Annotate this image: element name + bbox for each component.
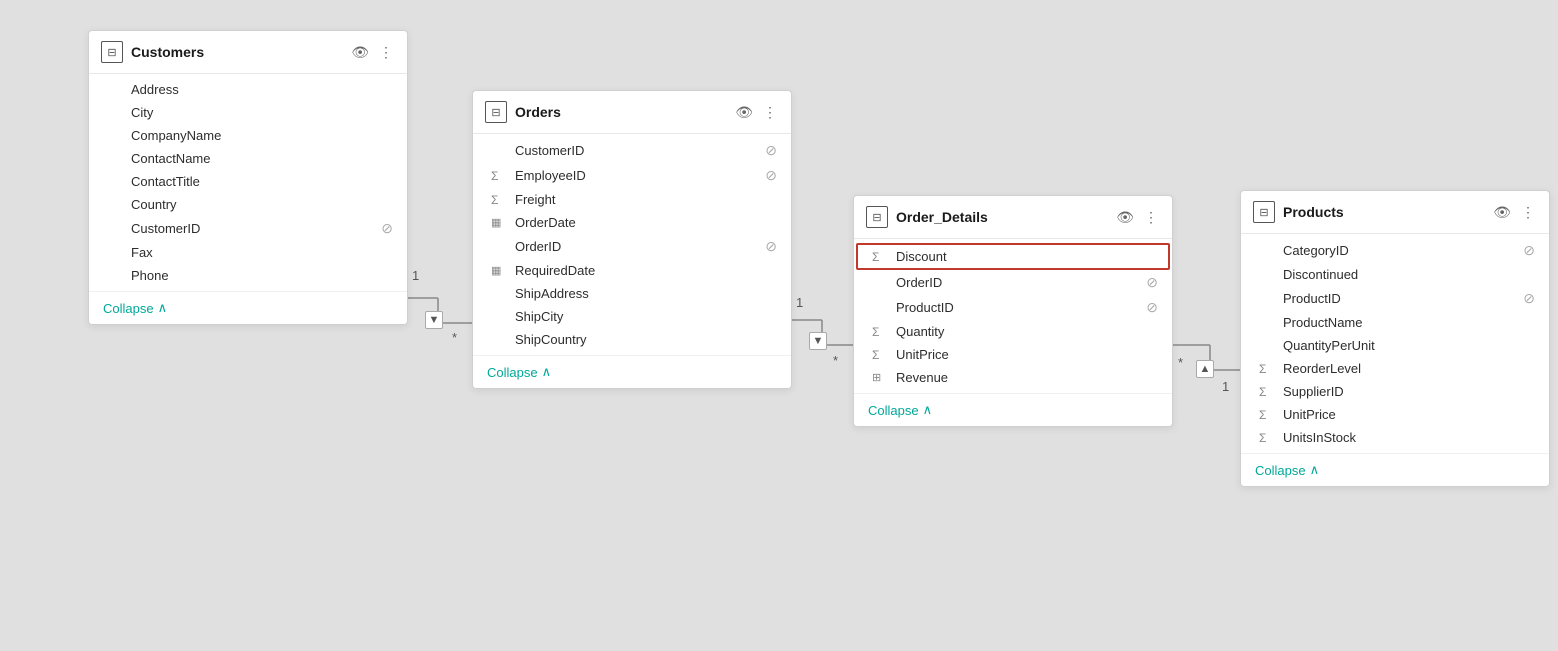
customers-field-companyname[interactable]: CompanyName	[89, 124, 407, 147]
field-icon-products-supplierid: Σ	[1259, 385, 1275, 399]
products-table: ⊟ Products 👁 ⋮ CategoryID ⊘ Discontinued…	[1240, 190, 1550, 487]
orders-employeeid-hidden: ⊘	[765, 167, 777, 184]
conn-arrow-2: ▼	[809, 332, 827, 350]
field-icon-orders-requireddate: ▦	[491, 264, 507, 277]
field-icon-discount: Σ	[872, 250, 888, 264]
field-icon-orders-employeeid: Σ	[491, 169, 507, 183]
orders-collapse[interactable]: Collapse ∧	[473, 355, 791, 388]
orders-fields: CustomerID ⊘ Σ EmployeeID ⊘ Σ Freight ▦ …	[473, 134, 791, 355]
order-details-field-quantity[interactable]: Σ Quantity	[854, 320, 1172, 343]
order-details-fields: Σ Discount OrderID ⊘ ProductID ⊘ Σ Quant…	[854, 239, 1172, 393]
order-details-eye-icon[interactable]: 👁	[1114, 207, 1136, 228]
products-field-productname[interactable]: ProductName	[1241, 311, 1549, 334]
customers-collapse[interactable]: Collapse ∧	[89, 291, 407, 324]
field-icon-products-unitprice: Σ	[1259, 408, 1275, 422]
conn-arrow-3: ▲	[1196, 360, 1214, 378]
diagram-canvas: 1 ▼ * 1 ▼ * * ▲ 1 ⊟ Customers 👁 ⋮ Addres…	[0, 0, 1558, 651]
customerid-hidden-icon: ⊘	[381, 220, 393, 237]
orders-field-shipcity[interactable]: ShipCity	[473, 305, 791, 328]
customers-field-contacttitle[interactable]: ContactTitle	[89, 170, 407, 193]
customers-field-phone[interactable]: Phone	[89, 264, 407, 287]
customers-title: Customers	[131, 44, 341, 60]
orders-more-icon[interactable]: ⋮	[761, 102, 779, 123]
products-field-unitsinstock[interactable]: Σ UnitsInStock	[1241, 426, 1549, 449]
customers-fields: Address City CompanyName ContactName Con…	[89, 74, 407, 291]
field-icon-od-unitprice: Σ	[872, 348, 888, 362]
order-details-field-discount[interactable]: Σ Discount	[856, 243, 1170, 270]
orders-table: ⊟ Orders 👁 ⋮ CustomerID ⊘ Σ EmployeeID ⊘…	[472, 90, 792, 389]
products-field-supplierid[interactable]: Σ SupplierID	[1241, 380, 1549, 403]
od-productid-hidden: ⊘	[1146, 299, 1158, 316]
orders-field-orderdate[interactable]: ▦ OrderDate	[473, 211, 791, 234]
customers-field-fax[interactable]: Fax	[89, 241, 407, 264]
order-details-field-productid[interactable]: ProductID ⊘	[854, 295, 1172, 320]
products-header: ⊟ Products 👁 ⋮	[1241, 191, 1549, 234]
products-productid-hidden: ⊘	[1523, 290, 1535, 307]
customers-field-contactname[interactable]: ContactName	[89, 147, 407, 170]
order-details-field-unitprice[interactable]: Σ UnitPrice	[854, 343, 1172, 366]
products-eye-icon[interactable]: 👁	[1491, 202, 1513, 223]
products-categoryid-hidden: ⊘	[1523, 242, 1535, 259]
orders-field-customerid[interactable]: CustomerID ⊘	[473, 138, 791, 163]
field-icon-od-quantity: Σ	[872, 325, 888, 339]
products-field-quantityperunit[interactable]: QuantityPerUnit	[1241, 334, 1549, 357]
products-fields: CategoryID ⊘ Discontinued ProductID ⊘ Pr…	[1241, 234, 1549, 453]
conn-orders-details-many: *	[833, 353, 838, 368]
order-details-field-orderid[interactable]: OrderID ⊘	[854, 270, 1172, 295]
od-orderid-hidden: ⊘	[1146, 274, 1158, 291]
products-field-discontinued[interactable]: Discontinued	[1241, 263, 1549, 286]
products-title: Products	[1283, 204, 1483, 220]
customers-table-icon: ⊟	[101, 41, 123, 63]
conn-cust-orders-one: 1	[412, 268, 419, 283]
orders-field-orderid[interactable]: OrderID ⊘	[473, 234, 791, 259]
customers-field-country[interactable]: Country	[89, 193, 407, 216]
conn-arrow-1: ▼	[425, 311, 443, 329]
order-details-more-icon[interactable]: ⋮	[1142, 207, 1160, 228]
orders-field-shipcountry[interactable]: ShipCountry	[473, 328, 791, 351]
orders-title: Orders	[515, 104, 725, 120]
customers-field-customerid[interactable]: CustomerID ⊘	[89, 216, 407, 241]
products-field-categoryid[interactable]: CategoryID ⊘	[1241, 238, 1549, 263]
products-field-reorderlevel[interactable]: Σ ReorderLevel	[1241, 357, 1549, 380]
conn-details-products-one: 1	[1222, 379, 1229, 394]
order-details-field-revenue[interactable]: ⊞ Revenue	[854, 366, 1172, 389]
field-icon-products-unitsinstock: Σ	[1259, 431, 1275, 445]
orders-customerid-hidden: ⊘	[765, 142, 777, 159]
orders-field-requireddate[interactable]: ▦ RequiredDate	[473, 259, 791, 282]
order-details-table-icon: ⊟	[866, 206, 888, 228]
conn-orders-details-one: 1	[796, 295, 803, 310]
products-field-productid[interactable]: ProductID ⊘	[1241, 286, 1549, 311]
orders-header: ⊟ Orders 👁 ⋮	[473, 91, 791, 134]
field-icon-products-reorderlevel: Σ	[1259, 362, 1275, 376]
customers-more-icon[interactable]: ⋮	[377, 42, 395, 63]
field-icon-orders-orderdate: ▦	[491, 216, 507, 229]
field-icon-orders-freight: Σ	[491, 193, 507, 207]
field-icon-od-revenue: ⊞	[872, 371, 888, 384]
products-table-icon: ⊟	[1253, 201, 1275, 223]
conn-details-products-many: *	[1178, 355, 1183, 370]
order-details-header: ⊟ Order_Details 👁 ⋮	[854, 196, 1172, 239]
orders-table-icon: ⊟	[485, 101, 507, 123]
orders-eye-icon[interactable]: 👁	[733, 102, 755, 123]
customers-header: ⊟ Customers 👁 ⋮	[89, 31, 407, 74]
customers-field-address[interactable]: Address	[89, 78, 407, 101]
customers-field-city[interactable]: City	[89, 101, 407, 124]
products-collapse[interactable]: Collapse ∧	[1241, 453, 1549, 486]
orders-orderid-hidden: ⊘	[765, 238, 777, 255]
orders-field-employeeid[interactable]: Σ EmployeeID ⊘	[473, 163, 791, 188]
order-details-title: Order_Details	[896, 209, 1106, 225]
orders-field-shipaddress[interactable]: ShipAddress	[473, 282, 791, 305]
products-more-icon[interactable]: ⋮	[1519, 202, 1537, 223]
order-details-table: ⊟ Order_Details 👁 ⋮ Σ Discount OrderID ⊘…	[853, 195, 1173, 427]
order-details-collapse[interactable]: Collapse ∧	[854, 393, 1172, 426]
products-field-unitprice[interactable]: Σ UnitPrice	[1241, 403, 1549, 426]
conn-cust-orders-many: *	[452, 330, 457, 345]
customers-table: ⊟ Customers 👁 ⋮ Address City CompanyName	[88, 30, 408, 325]
orders-field-freight[interactable]: Σ Freight	[473, 188, 791, 211]
customers-eye-icon[interactable]: 👁	[349, 42, 371, 63]
